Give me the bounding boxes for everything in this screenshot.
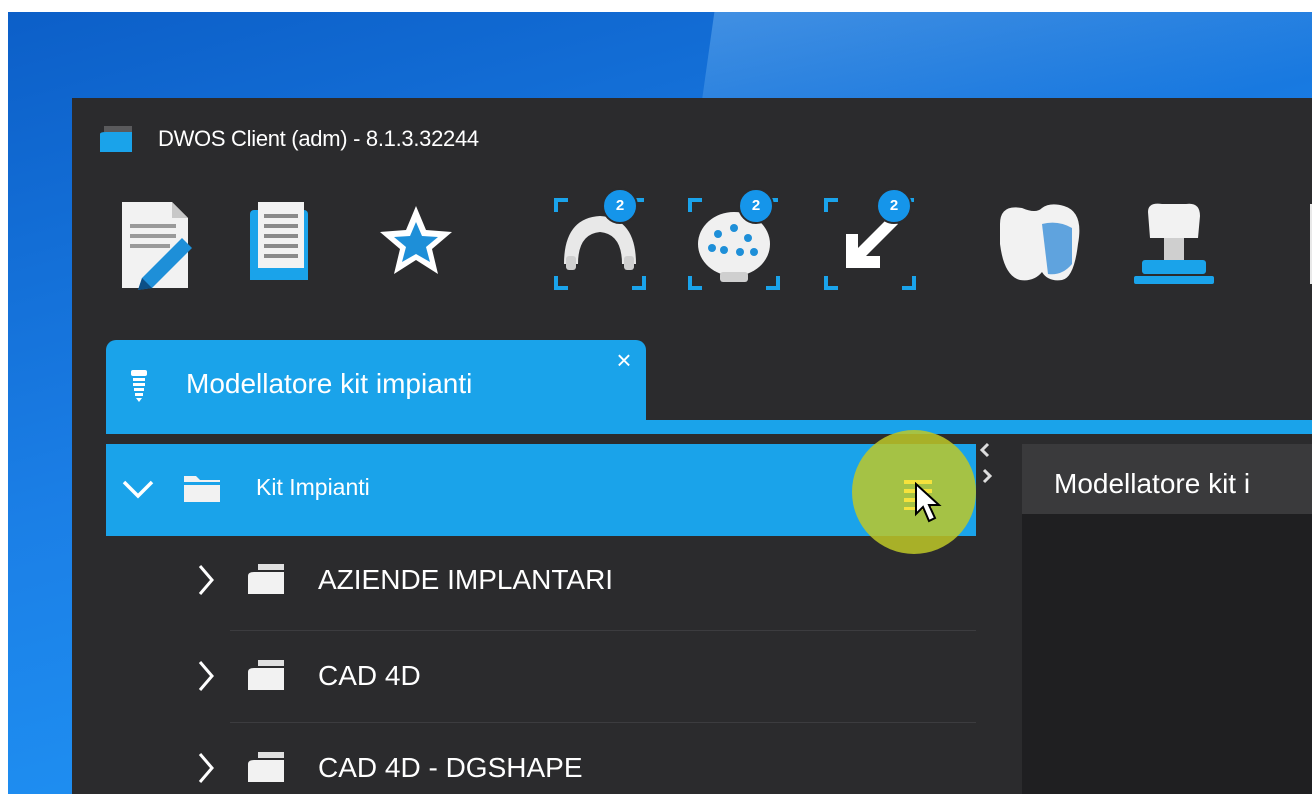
- tree-item-label: AZIENDE IMPLANTARI: [318, 564, 614, 595]
- edit-order-icon: [122, 202, 192, 290]
- tab-label: Modellatore kit impianti: [186, 368, 473, 399]
- tree-item-label: CAD 4D - DGSHAPE: [318, 752, 583, 783]
- layer-stack-icon: [248, 752, 284, 782]
- app-window: DWOS Client (adm) - 8.1.3.32244 2 2 2 Mo…: [72, 98, 1312, 794]
- toolbar-order-list-button[interactable]: [244, 194, 340, 290]
- tab-close-button[interactable]: ×: [610, 346, 638, 374]
- toolbar-favorites-button[interactable]: [376, 194, 472, 290]
- folder-icon: [184, 476, 220, 502]
- toolbar-overflow-item[interactable]: [1302, 194, 1312, 290]
- tree-divider: [230, 630, 976, 631]
- tree-item-label: CAD 4D: [318, 660, 421, 691]
- toolbar-crown-design-button[interactable]: [992, 194, 1088, 290]
- order-list-icon: [250, 202, 308, 280]
- implant-screw-icon: [131, 370, 147, 402]
- tree-root-label: Kit Impianti: [256, 474, 370, 500]
- tab-modellatore-kit-impianti[interactable]: Modellatore kit impianti ×: [106, 340, 646, 424]
- chevron-right-icon[interactable]: [194, 658, 218, 694]
- toolbar-scan-dots-button[interactable]: 2: [684, 188, 780, 290]
- title-bar: DWOS Client (adm) - 8.1.3.32244: [72, 98, 1312, 186]
- chevron-down-icon[interactable]: [120, 474, 156, 504]
- toolbar-scan-jaw-button[interactable]: 2: [550, 188, 646, 290]
- tree-divider: [230, 722, 976, 723]
- partial-tool-icon: [1310, 204, 1312, 284]
- scan-dots-badge: 2: [738, 188, 774, 224]
- favorites-star-icon: [380, 206, 452, 274]
- tree-item-cad-4d-dgshape[interactable]: CAD 4D - DGSHAPE: [106, 724, 976, 794]
- chevron-right-icon[interactable]: [194, 562, 218, 598]
- editor-panel: Modellatore kit i: [1022, 444, 1312, 794]
- toolbar-import-button[interactable]: 2: [820, 188, 916, 290]
- import-badge: 2: [876, 188, 912, 224]
- desktop-background: DWOS Client (adm) - 8.1.3.32244 2 2 2 Mo…: [8, 12, 1312, 794]
- toolbar: 2 2 2: [72, 186, 1312, 306]
- layer-stack-icon: [248, 660, 284, 690]
- toolbar-implant-button[interactable]: [1126, 194, 1222, 290]
- implant-abutment-icon: [1134, 203, 1214, 284]
- tree-panel: Kit Impianti AZIENDE IMPLANTARI CAD 4D C…: [106, 430, 976, 794]
- layer-stack-icon: [248, 564, 284, 594]
- tree-item-cad-4d[interactable]: CAD 4D: [106, 632, 976, 724]
- tab-underline: [106, 420, 1312, 434]
- tree-item-aziende-implantari[interactable]: AZIENDE IMPLANTARI: [106, 536, 976, 628]
- crown-design-icon: [1000, 204, 1080, 281]
- chevron-right-icon[interactable]: [194, 750, 218, 786]
- mouse-cursor-icon: [915, 482, 942, 523]
- tab-row: Modellatore kit impianti ×: [72, 340, 1312, 424]
- scan-jaw-badge: 2: [602, 188, 638, 224]
- editor-panel-title: Modellatore kit i: [1054, 468, 1251, 499]
- window-title: DWOS Client (adm) - 8.1.3.32244: [158, 126, 479, 151]
- toolbar-edit-order-button[interactable]: [112, 194, 208, 290]
- editor-panel-header: Modellatore kit i: [1022, 444, 1312, 514]
- splitter-collapse-icon[interactable]: [976, 440, 996, 490]
- app-logo-icon: [100, 126, 132, 152]
- tree-root-kit-impianti[interactable]: Kit Impianti: [106, 430, 976, 554]
